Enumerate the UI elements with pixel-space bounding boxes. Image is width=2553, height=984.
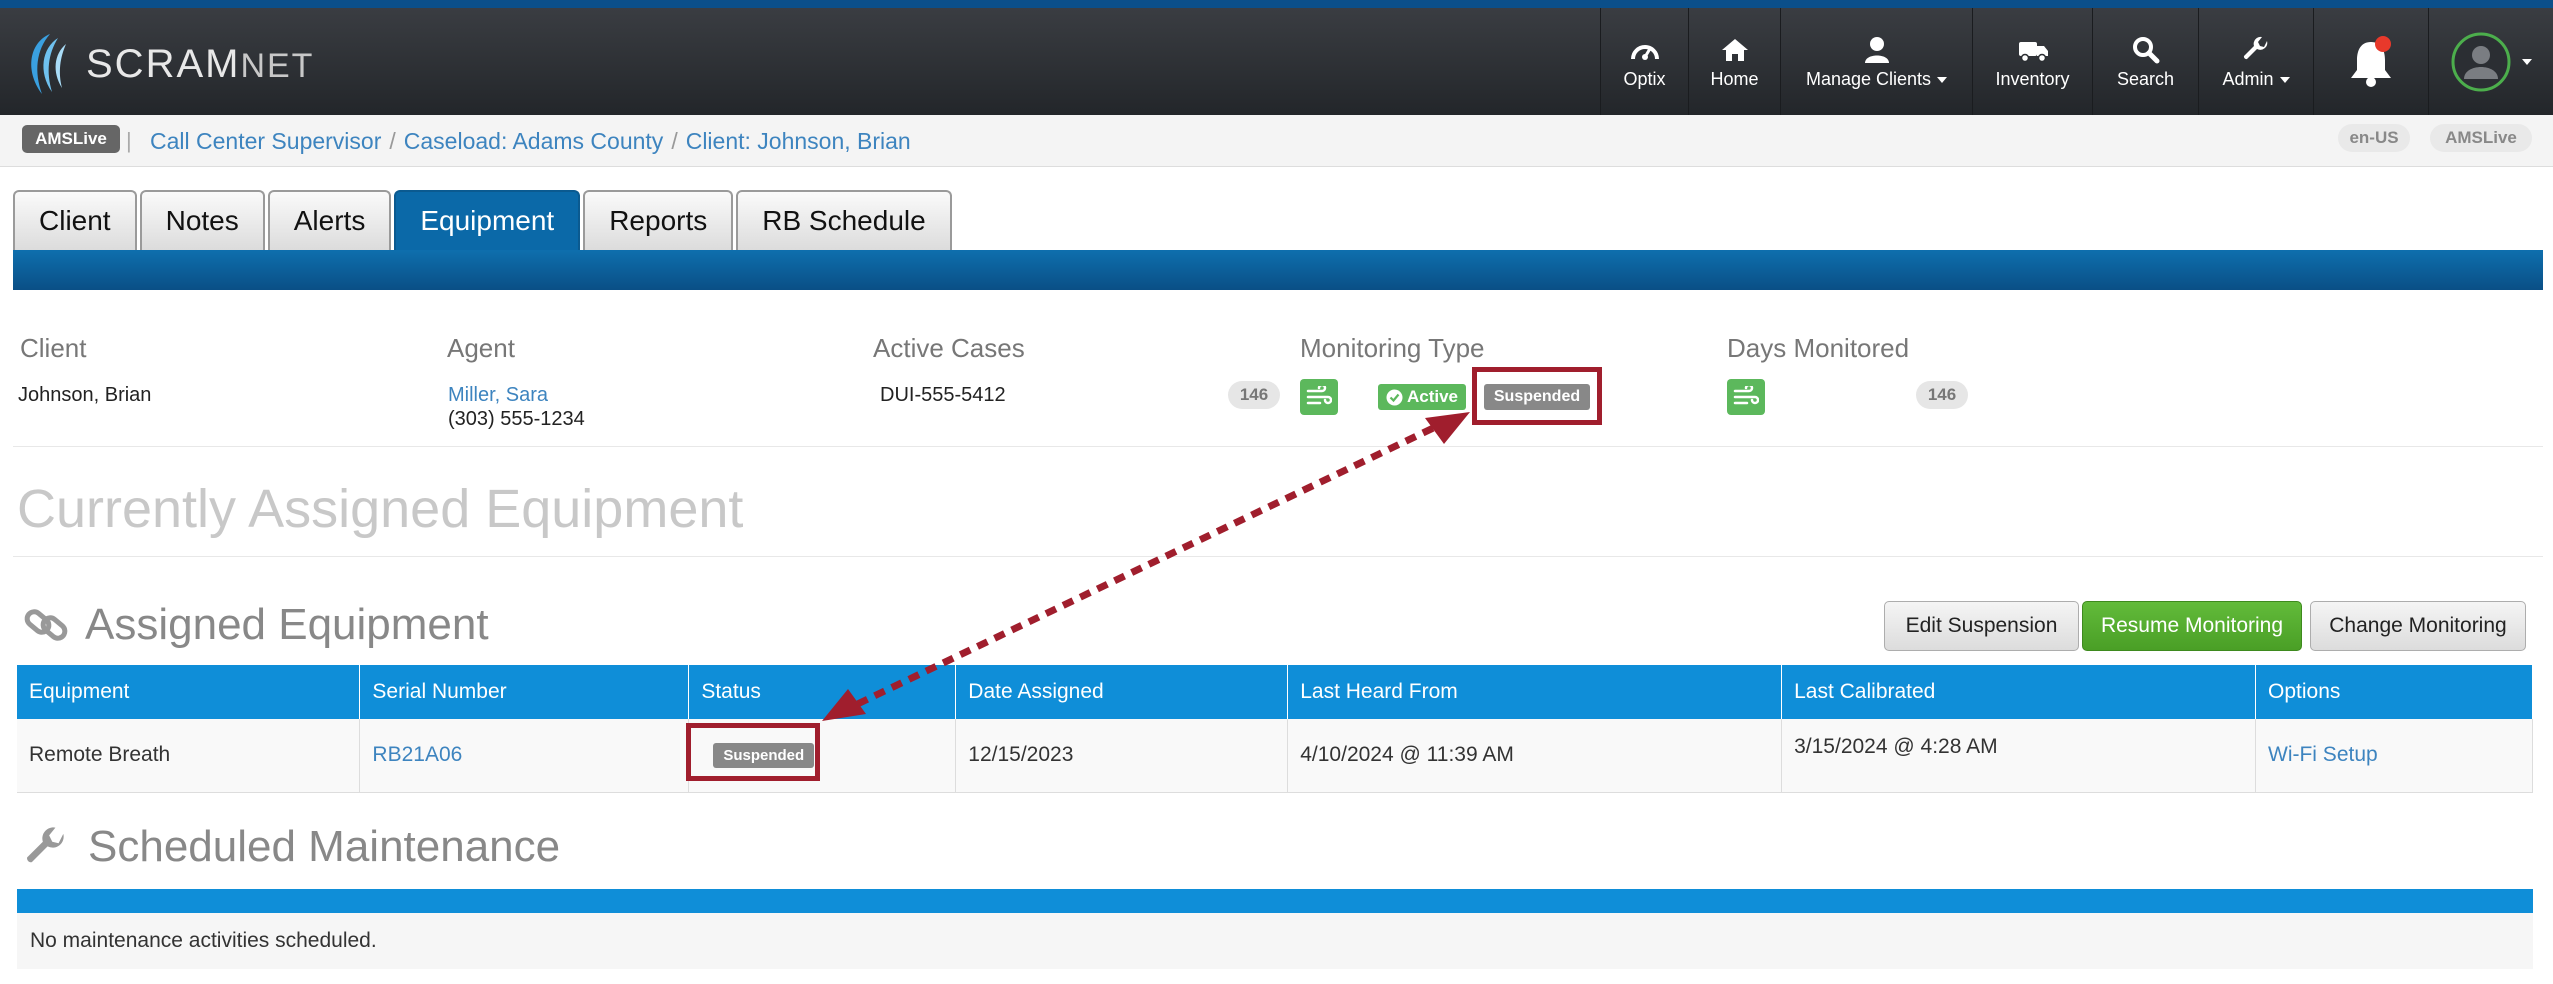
scheduled-maintenance-title: Scheduled Maintenance	[88, 822, 561, 871]
maintenance-table-header	[17, 889, 2533, 913]
wrench-icon	[27, 827, 64, 863]
maintenance-empty-row: No maintenance activities scheduled.	[17, 913, 2533, 969]
